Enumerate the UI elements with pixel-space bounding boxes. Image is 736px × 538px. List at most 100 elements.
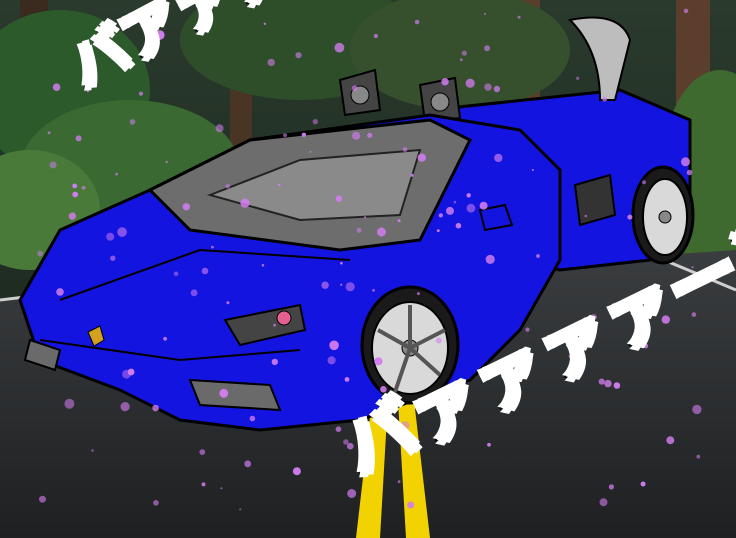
sparkle-dot <box>536 254 540 258</box>
sparkle-dot <box>110 255 116 261</box>
sparkle-dot <box>466 203 476 213</box>
sparkle-dot <box>47 131 51 135</box>
sparkle-dot <box>494 153 503 163</box>
sparkle-dot <box>397 219 401 223</box>
sparkle-dot <box>211 245 214 249</box>
sparkle-dot <box>479 201 488 210</box>
sparkle-dot <box>352 131 361 140</box>
sparkle-dot <box>696 454 701 459</box>
sparkle-dot <box>681 157 690 167</box>
sparkle-dot <box>117 227 127 237</box>
sparkle-dot <box>461 50 467 56</box>
sparkle-dot <box>173 271 179 277</box>
sparkle-dot <box>484 45 491 52</box>
sparkle-dot <box>271 358 278 366</box>
sparkle-dot <box>453 200 457 204</box>
sparkle-dot <box>484 83 492 91</box>
sparkle-dot <box>367 132 373 138</box>
sparkle-dot <box>640 481 646 487</box>
sparkle-dot <box>163 336 168 341</box>
sparkle-dot <box>414 19 420 25</box>
sparkle-dot <box>438 213 443 218</box>
sparkle-dot <box>686 169 693 176</box>
sparkle-dot <box>226 301 230 305</box>
sparkle-dot <box>52 83 61 91</box>
sparkle-dot <box>75 135 82 142</box>
sparkle-dot <box>127 368 135 376</box>
sparkle-dot <box>201 482 206 487</box>
sparkle-dot <box>627 214 633 220</box>
sparkle-dot <box>692 404 702 415</box>
sparkle-dot <box>37 250 43 257</box>
sparkle-dot <box>599 498 608 507</box>
sparkle-dot <box>340 283 343 286</box>
sparkle-dot <box>249 415 256 422</box>
sparkle-dot <box>225 184 231 189</box>
sparkle-dot <box>410 173 414 177</box>
sparkle-dot <box>446 206 454 215</box>
sparkle-dot <box>68 212 77 220</box>
sparkle-dot <box>347 489 357 498</box>
sparkle-dot <box>531 168 535 172</box>
sparkle-dot <box>493 85 501 93</box>
sparkle-dot <box>575 76 580 81</box>
sparkle-dot <box>301 132 307 137</box>
sparkle-dot <box>374 357 383 366</box>
sparkle-dot <box>215 124 224 133</box>
sparkle-dot <box>120 402 130 412</box>
sparkle-dot <box>153 500 159 506</box>
sparkle-dot <box>377 227 386 237</box>
sparkle-dot <box>487 442 491 447</box>
sparkle-dot <box>220 487 223 490</box>
sparkle-dot <box>436 229 440 233</box>
sparkle-dot <box>485 254 495 264</box>
sparkle-dot <box>642 180 646 185</box>
sparkle-dot <box>327 356 336 365</box>
sparkle-dot <box>91 449 94 452</box>
sparkle-dot <box>604 379 612 388</box>
sparkle-dot <box>81 185 86 190</box>
sparkle-dot <box>321 281 329 289</box>
sparkle-dot <box>373 33 378 39</box>
sparkle-dot <box>517 15 521 19</box>
sparkle-dot <box>115 172 118 176</box>
sparkle-dot <box>152 404 159 412</box>
sparkle-dot <box>261 263 265 267</box>
sparkle-dot <box>309 150 312 153</box>
sparkle-dot <box>240 198 250 208</box>
sparkle-dot <box>613 382 621 389</box>
sparkle-dot <box>39 495 46 503</box>
sparkle-dot <box>397 480 401 483</box>
sparkle-dot <box>407 501 415 509</box>
sparkle-dot <box>106 232 115 241</box>
sparkle-dot <box>267 58 275 67</box>
sparkle-dot <box>165 160 168 164</box>
sparkle-dot <box>244 460 252 468</box>
manga-car-scene: バアァァァーン バァァァァーン <box>0 0 736 538</box>
sparkle-dot <box>402 147 408 152</box>
sparkle-dot <box>466 193 471 198</box>
sparkle-dot <box>441 78 449 86</box>
sparkle-dot <box>190 289 198 297</box>
sparkle-dot <box>683 8 689 14</box>
sparkle-dot <box>340 261 343 265</box>
sparkle-dot <box>72 183 78 189</box>
sparkle-dot <box>602 96 607 102</box>
sparkle-dot <box>372 288 375 292</box>
sparkle-dot <box>351 85 358 92</box>
sparkle-dot <box>459 58 463 62</box>
sparkle-dot <box>72 191 79 198</box>
sparkle-dot <box>364 216 367 219</box>
sparkle-dot <box>335 195 343 202</box>
sparkle-dot <box>239 508 242 511</box>
sparkle-dot <box>455 222 462 229</box>
sparkle-dot <box>199 449 206 455</box>
sparkle-dot <box>201 267 209 275</box>
sparkle-dot <box>129 119 136 125</box>
sparkle-dot <box>584 214 588 218</box>
sparkle-dot <box>292 467 301 476</box>
sparkle-dot <box>138 91 144 96</box>
sparkle-dot <box>56 288 64 296</box>
sparkle-dot <box>345 282 355 292</box>
sparkle-dot <box>219 388 229 398</box>
